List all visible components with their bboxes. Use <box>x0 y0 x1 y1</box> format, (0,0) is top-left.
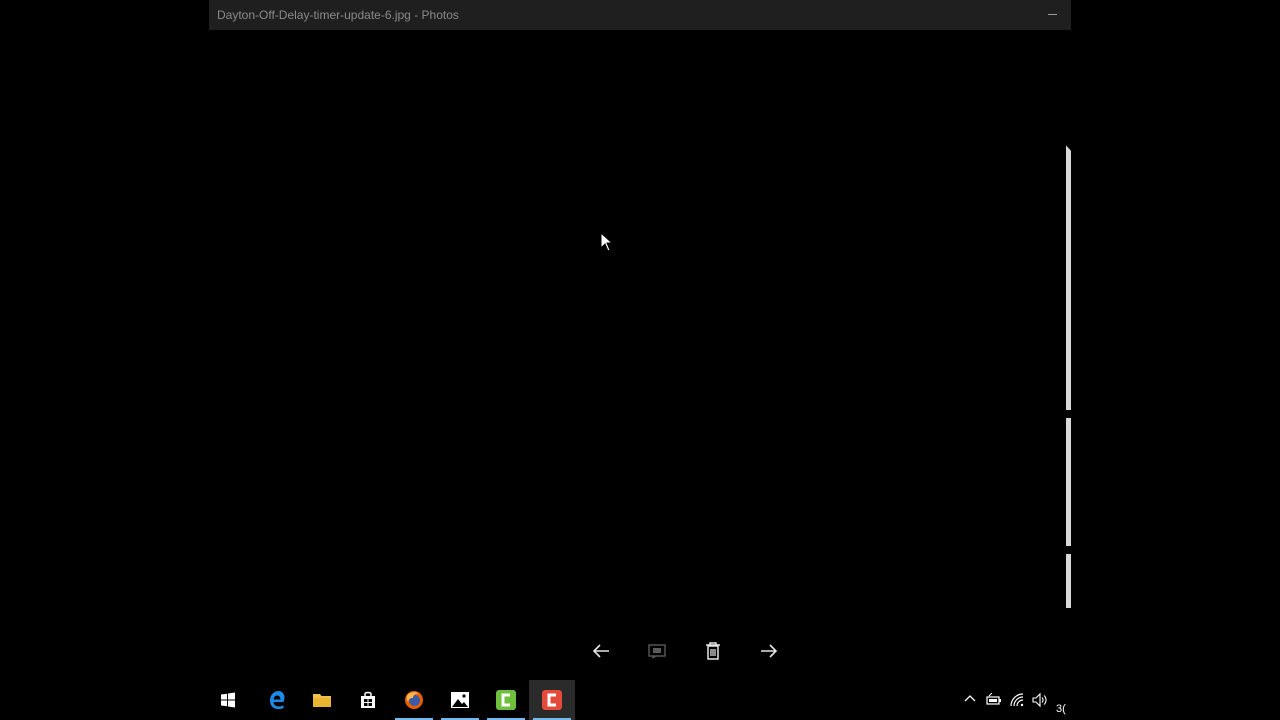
title-bar[interactable]: Dayton-Off-Delay-timer-update-6.jpg - Ph… <box>209 0 1071 30</box>
clock[interactable]: 3( <box>1056 703 1070 715</box>
edge-icon <box>270 691 285 709</box>
taskbar-edge[interactable] <box>254 680 300 720</box>
taskbar-camtasia-recorder[interactable] <box>529 680 575 720</box>
slideshow-icon <box>648 644 666 659</box>
folder-icon <box>313 694 331 707</box>
next-button[interactable] <box>749 636 789 666</box>
store-icon <box>361 691 375 708</box>
chevron-up-icon <box>964 695 976 702</box>
desktop: Dayton-Off-Delay-timer-update-6.jpg - Ph… <box>0 0 1280 720</box>
mouse-pointer-icon <box>600 232 614 252</box>
tray-network[interactable] <box>1006 680 1028 720</box>
taskbar <box>0 680 1280 720</box>
photo-toolbar <box>581 636 821 666</box>
battery-icon <box>986 692 1001 705</box>
minimize-button[interactable] <box>1045 4 1063 24</box>
trash-icon <box>706 642 720 660</box>
window-title: Dayton-Off-Delay-timer-update-6.jpg - Ph… <box>217 8 459 22</box>
volume-icon <box>1032 692 1047 708</box>
photo-partial-edge <box>1066 140 1071 608</box>
tray-volume[interactable] <box>1028 680 1050 720</box>
taskbar-file-explorer[interactable] <box>299 680 345 720</box>
minimize-icon <box>1048 14 1057 15</box>
taskbar-firefox[interactable] <box>391 680 437 720</box>
wifi-icon <box>1010 693 1024 707</box>
photos-icon <box>451 692 469 708</box>
slideshow-button[interactable] <box>637 636 677 666</box>
delete-button[interactable] <box>693 636 733 666</box>
start-button[interactable] <box>205 680 251 720</box>
taskbar-photos[interactable] <box>437 680 483 720</box>
camtasia-icon <box>496 690 516 710</box>
tray-overflow-button[interactable] <box>960 680 982 720</box>
windows-logo-icon <box>221 692 235 708</box>
taskbar-camtasia[interactable] <box>483 680 529 720</box>
tray-battery[interactable] <box>983 680 1005 720</box>
previous-button[interactable] <box>581 636 621 666</box>
firefox-icon <box>405 691 423 709</box>
next-arrow-icon <box>761 644 778 658</box>
camtasia-recorder-icon <box>542 690 562 710</box>
photos-window: Dayton-Off-Delay-timer-update-6.jpg - Ph… <box>209 0 1071 680</box>
previous-arrow-icon <box>592 644 609 658</box>
taskbar-store[interactable] <box>345 680 391 720</box>
